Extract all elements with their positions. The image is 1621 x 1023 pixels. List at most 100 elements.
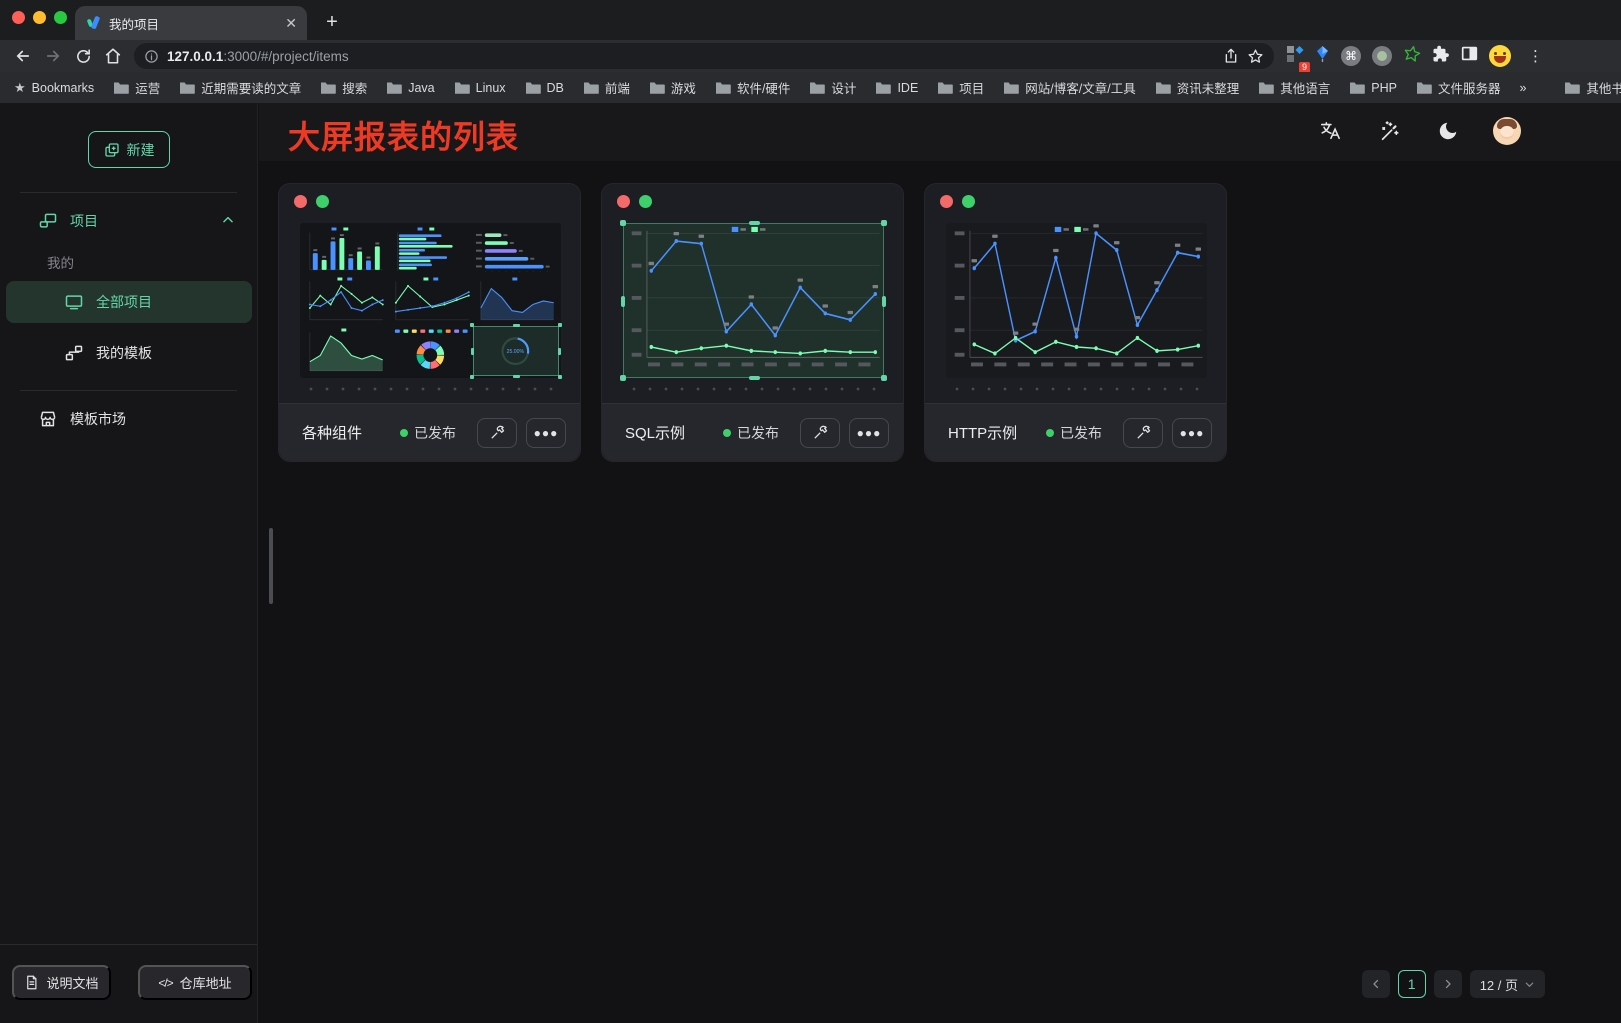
hammer-icon [812,424,829,441]
new-tab-button[interactable]: + [318,8,346,36]
bookmark-item[interactable]: 其他语言 [1258,78,1330,97]
bookmark-item[interactable]: ★Bookmarks [14,80,94,96]
card-green-dot [962,195,975,208]
bookmark-item[interactable]: 运营 [113,78,160,97]
address-bar[interactable]: 127.0.0.1:3000/#/project/items [134,43,1274,69]
home-icon[interactable] [98,43,128,69]
create-new-button[interactable]: 新建 [88,131,170,168]
bookmark-item[interactable]: 项目 [937,78,984,97]
record-extension-icon[interactable] [1372,46,1392,66]
sidebar-group-project[interactable]: 项目 [38,205,98,237]
folder-icon [1416,81,1432,94]
sidebar-group-mine: 我的 [47,249,74,275]
repo-button[interactable]: </> 仓库地址 [138,965,252,1000]
bookmark-item[interactable]: 设计 [809,78,856,97]
prev-page-button[interactable] [1362,970,1390,998]
bookmark-label: 资讯未整理 [1177,78,1240,97]
bookmark-star-icon[interactable] [1247,48,1264,65]
puzzle-extensions-icon[interactable] [1432,45,1450,68]
mini-chart-capsule [473,225,559,275]
mini-chart-hbar [388,225,474,275]
project-card[interactable]: HTTP示例 已发布 ●●● [924,183,1227,462]
sidebar-footer-divider [0,944,257,945]
bookmark-item[interactable]: 前端 [583,78,630,97]
project-preview-thumbnail[interactable]: 25.00% [300,223,561,378]
site-info-icon[interactable] [144,49,159,64]
bookmark-item[interactable]: Java [386,81,434,95]
project-card[interactable]: 25.00% 各种组件 已发布 ●●● [278,183,581,462]
bookmark-item[interactable]: 游戏 [649,78,696,97]
profile-avatar-emoji[interactable] [1489,45,1511,67]
close-window-button[interactable] [12,11,25,24]
more-actions-button[interactable]: ●●● [1172,418,1212,448]
sidebar-group-mine-label: 我的 [47,252,74,272]
bookmark-item[interactable]: 文件服务器 [1416,78,1501,97]
bookmark-label: 软件/硬件 [737,78,790,97]
browser-tab[interactable]: 我的项目 ✕ [75,6,307,40]
bookmark-item[interactable]: 其他书签 [1564,78,1621,97]
bookmark-item[interactable]: 网站/博客/文章/工具 [1003,78,1135,97]
ellipsis-icon: ●●● [1180,426,1205,440]
magic-wand-icon[interactable] [1375,117,1403,145]
window-controls [12,11,67,24]
sidebar-toggle-icon[interactable] [1461,45,1478,67]
hammer-icon [489,424,506,441]
translate-icon[interactable] [1316,117,1344,145]
project-name: SQL示例 [625,422,723,443]
bookmark-item[interactable]: PHP [1349,81,1397,95]
tab-close-icon[interactable]: ✕ [285,15,297,32]
command-extension-icon[interactable]: ⌘ [1341,46,1361,66]
ellipsis-icon: ●●● [534,426,559,440]
folder-icon [1564,81,1580,94]
page-size-select[interactable]: 12 / 页 [1470,970,1545,998]
more-actions-button[interactable]: ●●● [849,418,889,448]
bookmarks-overflow-chevron[interactable]: » [1519,81,1526,95]
user-avatar[interactable] [1493,117,1521,145]
bookmark-item[interactable]: Linux [454,81,506,95]
dark-mode-moon-icon[interactable] [1434,117,1462,145]
balloon-extension-icon[interactable] [1315,45,1330,68]
bookmark-item[interactable]: 近期需要读的文章 [179,78,301,97]
green-star-extension-icon[interactable] [1403,45,1421,68]
bookmark-item[interactable]: 搜索 [320,78,367,97]
bookmark-label: 设计 [831,78,856,97]
minimize-window-button[interactable] [33,11,46,24]
mini-chart-line [388,275,474,325]
tab-manager-extension-icon[interactable]: 9 [1286,45,1304,68]
published-status-label: 已发布 [737,423,779,443]
browser-toolbar: 127.0.0.1:3000/#/project/items 9 ⌘ [0,40,1621,72]
chevron-up-icon[interactable] [221,213,235,227]
edit-project-button[interactable] [800,418,840,448]
project-card[interactable]: SQL示例 已发布 ●●● [601,183,904,462]
bookmark-item[interactable]: DB [525,81,564,95]
pagination: 1 12 / 页 [1362,970,1545,998]
sidebar-item-my-templates[interactable]: 我的模板 [64,333,152,373]
next-page-button[interactable] [1434,970,1462,998]
forward-icon[interactable] [38,43,68,69]
page-header: 大屏报表的列表 [259,103,1621,161]
project-preview-thumbnail[interactable] [623,223,884,378]
folder-icon [525,81,541,94]
published-status-dot [400,429,408,437]
chart-legend [732,227,766,232]
edit-project-button[interactable] [477,418,517,448]
maximize-window-button[interactable] [54,11,67,24]
share-icon[interactable] [1223,48,1239,64]
browser-menu-icon[interactable]: ⋮ [1528,47,1543,65]
bookmark-item[interactable]: 软件/硬件 [715,78,790,97]
current-page-button[interactable]: 1 [1398,970,1426,998]
reload-icon[interactable] [68,43,98,69]
back-icon[interactable] [8,43,38,69]
url-text[interactable]: 127.0.0.1:3000/#/project/items [167,49,1215,64]
bookmark-item[interactable]: 资讯未整理 [1155,78,1240,97]
sidebar-item-all-projects[interactable]: 全部项目 [6,281,252,323]
edit-project-button[interactable] [1123,418,1163,448]
project-preview-thumbnail[interactable] [946,223,1207,378]
docs-button[interactable]: 说明文档 [12,965,111,1000]
bookmark-label: Linux [476,81,506,95]
published-status-dot [723,429,731,437]
sidebar-item-template-market[interactable]: 模板市场 [38,401,126,437]
scrollbar-thumb[interactable] [269,528,273,604]
bookmark-item[interactable]: IDE [875,81,918,95]
more-actions-button[interactable]: ●●● [526,418,566,448]
